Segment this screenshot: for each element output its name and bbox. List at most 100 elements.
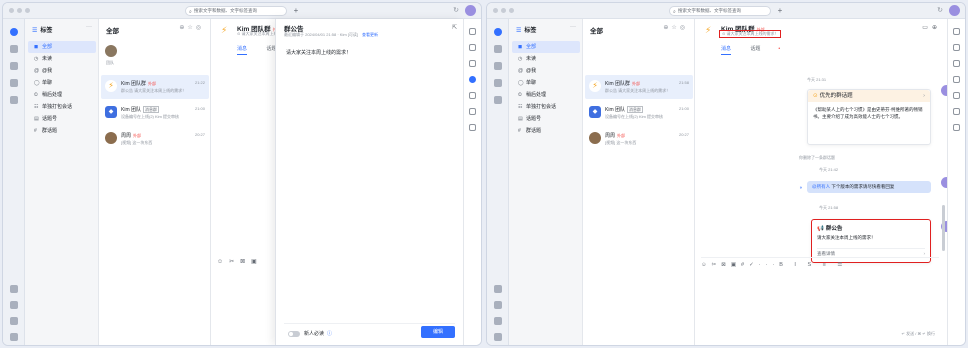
more-icon[interactable] <box>10 333 18 341</box>
history-icon[interactable]: ↻ <box>453 6 459 14</box>
editor-toolbar[interactable]: ☺✂⊠▣ <box>217 258 263 265</box>
members-icon[interactable] <box>469 44 476 51</box>
calendar-icon[interactable] <box>469 108 476 115</box>
pin-icon[interactable] <box>469 92 476 99</box>
apps-icon[interactable] <box>9 79 18 87</box>
scrollbar[interactable] <box>942 205 945 251</box>
apps-icon[interactable] <box>493 79 502 87</box>
search-input[interactable]: ⌕ 搜索文字和数据、文字标签查询 <box>669 6 771 16</box>
avatar[interactable] <box>949 5 960 16</box>
nav-item-packed[interactable]: ☷ 单独打包会话 <box>28 101 96 113</box>
announcement-icon[interactable] <box>953 76 960 83</box>
view-updates-link[interactable]: 查看更新 <box>362 32 378 37</box>
nav-item-all[interactable]: ◼ 全部 <box>28 41 96 53</box>
team-icon: ◆ <box>589 106 601 118</box>
docs-icon[interactable] <box>9 62 18 70</box>
more-icon[interactable] <box>494 333 502 341</box>
list-item[interactable]: ⚡ Kim 团队群 外部 群公告 请大家关注本周上线的需求！ 21:58 <box>585 75 693 99</box>
left-app-window: ⌕ 搜索文字和数据、文字标签查询 + ↻ ☰ 标签 ··· ◼ 全部 ◷ 未读 @ @我… <box>2 2 482 346</box>
list-tools[interactable]: ⊕☆◎ <box>663 24 688 31</box>
app-rail <box>487 19 509 345</box>
nav-item-mentions[interactable]: @ @我 <box>512 65 580 77</box>
new-tab-button[interactable]: + <box>775 6 785 16</box>
topic-icon[interactable] <box>953 28 960 35</box>
nav-item-group-topics[interactable]: # 群话题 <box>28 125 96 137</box>
topic-icon[interactable] <box>469 28 476 35</box>
contacts-icon[interactable] <box>493 96 502 104</box>
contacts-icon[interactable] <box>9 96 18 104</box>
calendar-icon[interactable] <box>493 45 502 53</box>
nav-item-mentions[interactable]: @ @我 <box>28 65 96 77</box>
meeting-icon[interactable] <box>10 301 18 309</box>
search-icon: ⌕ <box>189 9 192 15</box>
bolt-icon: ⚡ <box>105 80 117 92</box>
settings-icon[interactable] <box>953 124 960 131</box>
search-input[interactable]: ⌕ 搜索文字和数据、文字标签查询 <box>185 6 287 16</box>
docs-icon[interactable] <box>493 62 502 70</box>
message-bubble[interactable]: @所有人 下个版本的需求请尽快看看回复 <box>807 181 931 193</box>
bookmark-icon[interactable] <box>10 285 18 293</box>
timestamp: 今天 21:31 <box>807 77 827 82</box>
help-icon[interactable] <box>10 317 18 325</box>
window-controls[interactable] <box>493 8 514 13</box>
list-item[interactable]: 周周 外部 [视频] 这一块东西 20:27 <box>585 127 693 151</box>
edit-button[interactable]: 编辑 <box>421 326 455 338</box>
topic-card[interactable]: ⊙ 优先的群话题 › 《帮助某人上的七个习惯》是由史蒂芬·柯维所著的畅销书。主要介绍… <box>807 89 931 145</box>
list-tools[interactable]: ⊕☆◎ <box>179 24 204 31</box>
pin-icon[interactable] <box>953 92 960 99</box>
list-item[interactable]: ◆ Kim 团队 消息群 设备编号在上线(2) Kim 提交审核 21:00 <box>101 101 209 125</box>
at-icon: @ <box>34 68 40 74</box>
avatar[interactable] <box>105 45 117 57</box>
nav-item-unread[interactable]: ◷ 未读 <box>512 53 580 65</box>
nav-more-button[interactable]: ··· <box>570 24 576 30</box>
messenger-icon[interactable] <box>9 28 18 36</box>
nav-item-topic-accounts[interactable]: ▤ 话题号 <box>28 113 96 125</box>
message-editor[interactable]: ☺✂⊠▣#✓···B I S ≡ ☰ ↵ 发送 / ⌘ ↵ 换行 <box>701 257 939 339</box>
tab-topics[interactable]: 话题 • <box>750 46 798 52</box>
meeting-icon[interactable] <box>494 301 502 309</box>
nav-item-group-topics[interactable]: # 群话题 <box>512 125 580 137</box>
list-item[interactable]: ⚡ Kim 团队群 外部 群公告 请大家关注本周上线的需求！ 21:22 <box>101 75 209 99</box>
settings-icon[interactable] <box>469 124 476 131</box>
new-tab-button[interactable]: + <box>291 6 301 16</box>
messenger-icon[interactable] <box>493 28 502 36</box>
conversation-actions[interactable]: ▭⊕ <box>922 24 941 31</box>
status-badge: 外部 <box>632 81 641 86</box>
avatar[interactable] <box>465 5 476 16</box>
open-external-icon[interactable]: ⇱ <box>452 24 457 31</box>
nav-item-later[interactable]: ⏲ 稍后处理 <box>512 89 580 101</box>
calendar-icon[interactable] <box>953 108 960 115</box>
pinned-announcement[interactable]: ⊙ 请大家关注本周上线的需求！ <box>719 30 782 38</box>
list-item[interactable]: 周周 外部 [视频] 这一块东西 20:27 <box>101 127 209 151</box>
must-read-toggle[interactable] <box>288 331 300 337</box>
label-icon: ☰ <box>32 28 38 34</box>
nav-more-button[interactable]: ··· <box>86 24 92 30</box>
right-toolbar <box>463 19 481 345</box>
chevron-right-icon: › <box>923 93 925 99</box>
nav-item-single-chat[interactable]: ◯ 单聊 <box>28 77 96 89</box>
editor-toolbar[interactable]: ☺✂⊠▣#✓···B I S ≡ ☰ <box>701 262 847 268</box>
info-icon[interactable]: ⓘ <box>327 331 332 337</box>
history-icon[interactable]: ↻ <box>937 6 943 14</box>
files-icon[interactable] <box>469 60 476 67</box>
nav-item-topic-accounts[interactable]: ▤ 话题号 <box>512 113 580 125</box>
nav-item-later[interactable]: ⏲ 稍后处理 <box>28 89 96 101</box>
members-icon[interactable] <box>953 44 960 51</box>
nav-item-all[interactable]: ◼ 全部 <box>512 41 580 53</box>
nav-item-packed[interactable]: ☷ 单独打包会话 <box>512 101 580 113</box>
nav-item-unread[interactable]: ◷ 未读 <box>28 53 96 65</box>
help-icon[interactable] <box>494 317 502 325</box>
nav-item-single-chat[interactable]: ◯ 单聊 <box>512 77 580 89</box>
list-item[interactable]: ◆ Kim 团队 消息群 设备编号在上线(2) Kim 提交审核 21:00 <box>585 101 693 125</box>
window-controls[interactable] <box>9 8 30 13</box>
calendar-icon[interactable] <box>9 45 18 53</box>
tab-messages[interactable]: 消息 <box>237 46 248 55</box>
bolt-icon: ⚡ <box>589 80 601 92</box>
bookmark-icon[interactable] <box>494 285 502 293</box>
timestamp: 今天 21:58 <box>819 205 839 210</box>
avatar-label: 团队 <box>106 60 114 65</box>
tab-messages[interactable]: 消息 <box>721 46 732 55</box>
chat-icon: ◼ <box>518 44 523 50</box>
files-icon[interactable] <box>953 60 960 67</box>
announcement-icon[interactable] <box>469 76 476 83</box>
